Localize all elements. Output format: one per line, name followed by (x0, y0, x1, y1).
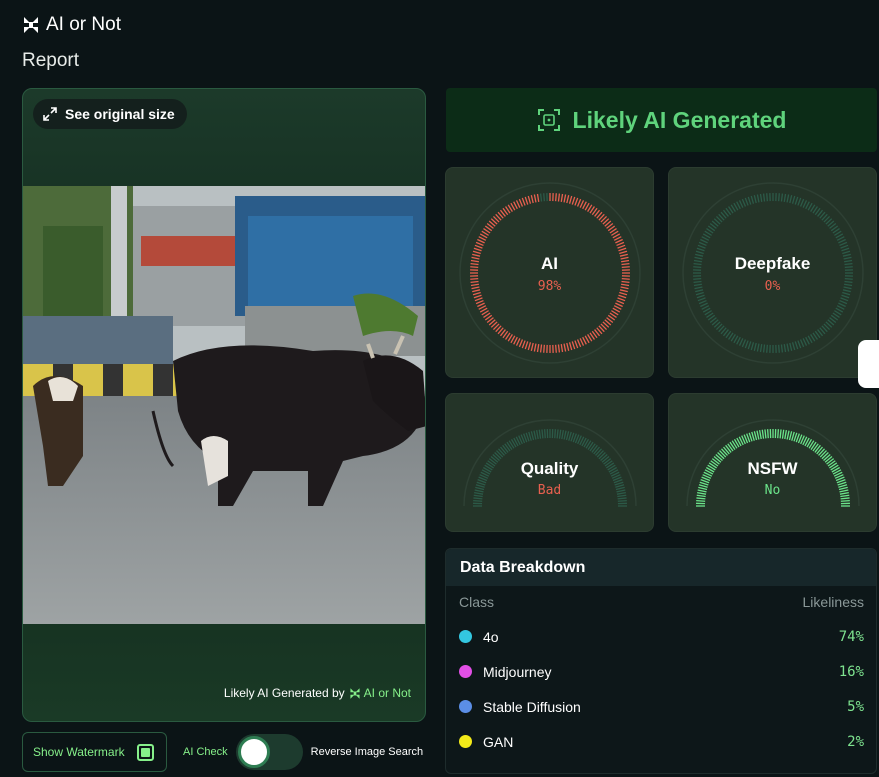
ai-check-label[interactable]: AI Check (183, 746, 228, 758)
analyzed-image (23, 186, 425, 624)
watermark-checkbox-icon[interactable] (137, 743, 154, 761)
metric-value-ai: 98% (537, 279, 562, 294)
page-title: Report (22, 50, 80, 71)
brand[interactable]: AI or Not (22, 14, 121, 36)
metric-label-quality: Quality (520, 459, 579, 478)
search-mode-switch: AI Check Reverse Image Search (183, 734, 423, 770)
class-name: GAN (483, 733, 514, 750)
verdict-text: Likely AI Generated (572, 106, 787, 133)
metric-card-nsfw: NSFW No (668, 393, 877, 532)
data-breakdown-panel: Data Breakdown Class Likeliness 4o 74% M… (445, 548, 877, 774)
class-name: 4o (483, 628, 499, 645)
breakdown-row: 4o 74% (446, 619, 876, 654)
class-color-dot (459, 630, 472, 643)
verdict-banner: Likely AI Generated (446, 88, 877, 152)
see-original-size-label: See original size (65, 106, 175, 122)
show-watermark-toggle[interactable]: Show Watermark (22, 732, 167, 772)
metric-value-deepfake: 0% (764, 279, 781, 294)
watermark-credit-brand: AI or Not (363, 686, 411, 700)
toggle-knob (237, 736, 270, 768)
column-likeliness: Likeliness (802, 594, 864, 610)
show-watermark-label: Show Watermark (33, 745, 125, 759)
reverse-image-search-label[interactable]: Reverse Image Search (311, 746, 424, 758)
metric-value-quality: Bad (537, 483, 562, 498)
class-likeliness: 74% (838, 628, 864, 645)
metric-label-nsfw: NSFW (747, 459, 798, 478)
class-likeliness: 2% (847, 733, 864, 750)
class-likeliness: 16% (838, 663, 864, 680)
scan-frame-icon (537, 109, 560, 131)
image-panel: See original size Likely AI Generated by… (22, 88, 426, 722)
brand-name: AI or Not (46, 14, 121, 35)
metric-card-quality: Quality Bad (445, 393, 654, 532)
metric-card-deepfake: Deepfake 0% (668, 167, 877, 378)
class-color-dot (459, 665, 472, 678)
data-breakdown-header: Class Likeliness (446, 594, 876, 610)
ai-or-not-logo-icon (24, 17, 38, 33)
data-breakdown-title: Data Breakdown (446, 549, 876, 586)
watermark-credit-prefix: Likely AI Generated by (223, 686, 345, 700)
metric-label-ai: AI (541, 254, 558, 273)
feedback-widget-tab[interactable] (858, 340, 879, 388)
metric-label-deepfake: Deepfake (734, 254, 811, 273)
class-likeliness: 5% (847, 698, 864, 715)
metric-value-nsfw: No (764, 483, 781, 498)
breakdown-row: Stable Diffusion 5% (446, 689, 876, 724)
class-name: Stable Diffusion (483, 698, 581, 715)
mode-toggle[interactable] (235, 734, 303, 770)
metric-card-ai: AI 98% (445, 167, 654, 378)
data-breakdown-rows: 4o 74% Midjourney 16% Stable Diffusion 5… (446, 619, 876, 759)
ai-or-not-logo-small-icon (350, 687, 360, 699)
column-class: Class (459, 594, 495, 610)
breakdown-row: Midjourney 16% (446, 654, 876, 689)
watermark-credit: Likely AI Generated by AI or Not (224, 686, 411, 700)
see-original-size-button[interactable]: See original size (33, 99, 187, 129)
class-color-dot (459, 700, 472, 713)
breakdown-row: GAN 2% (446, 724, 876, 759)
class-color-dot (459, 735, 472, 748)
expand-icon (43, 107, 57, 121)
class-name: Midjourney (483, 663, 552, 680)
